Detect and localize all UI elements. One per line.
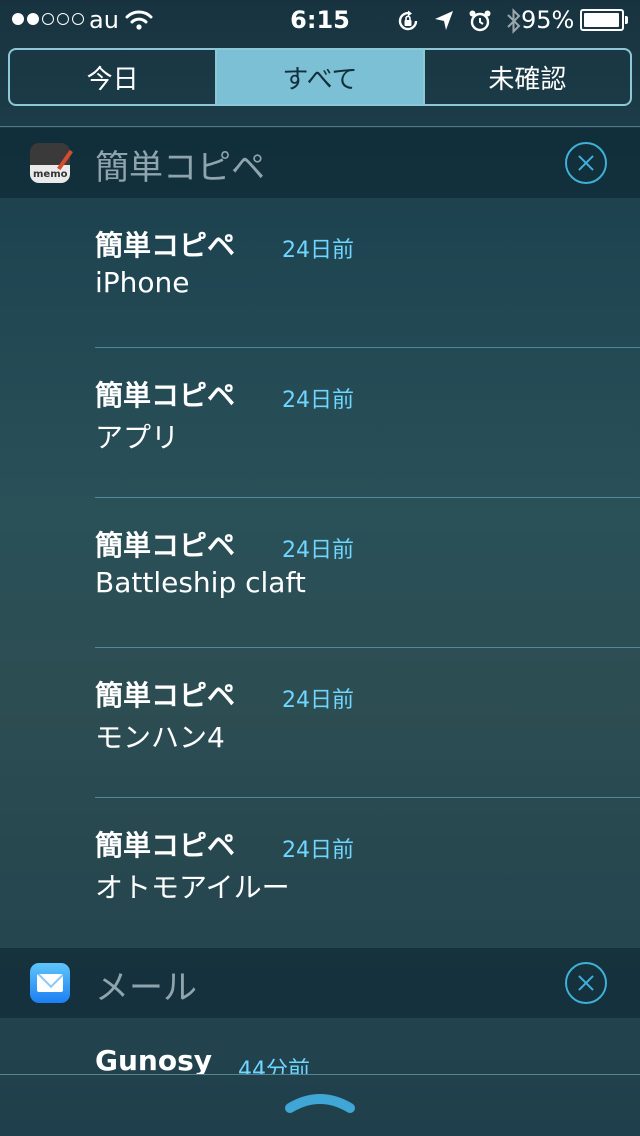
notification-title: 簡単コピペ [95,379,236,412]
orientation-lock-icon [396,9,420,39]
notification-title: 簡単コピペ [95,529,236,562]
pen-icon [57,149,73,171]
notification-body: モンハン4 [95,721,225,754]
bluetooth-icon [506,8,522,40]
battery-percent: 95% [521,6,575,34]
notification-item[interactable]: 簡単コピペ 24日前 オトモアイルー [95,798,640,948]
notification-time: 24日前 [282,388,354,413]
location-arrow-icon [434,10,454,38]
notification-item[interactable]: 簡単コピペ 24日前 Battleship claft [95,498,640,648]
status-icons [396,8,522,40]
status-bar: au 6:15 95% [0,0,640,40]
tab-missed[interactable]: 未確認 [425,50,630,104]
notification-title: 簡単コピペ [95,229,236,262]
notification-body: iPhone [95,266,190,299]
notification-body: Battleship claft [95,566,306,599]
close-notification-center-handle[interactable] [284,1090,356,1116]
section-header-copipe: memo 簡単コピペ [0,128,640,198]
tab-all[interactable]: すべて [217,50,425,104]
clear-section-button[interactable] [565,962,607,1004]
notification-time: 24日前 [282,838,354,863]
notification-time: 24日前 [282,238,354,263]
notification-item[interactable]: Gunosy 44分前 [95,1018,640,1074]
notification-body: アプリ [95,421,180,454]
header-divider [0,126,640,127]
battery-icon [580,9,628,31]
mail-app-icon [30,963,70,1003]
notification-title: Gunosy [95,1044,213,1074]
notification-title: 簡単コピペ [95,829,236,862]
clear-section-button[interactable] [565,142,607,184]
notification-filter-tabs: 今日 すべて 未確認 [8,48,632,106]
notification-time: 44分前 [238,1058,310,1074]
bottom-divider [0,1074,640,1075]
tab-today[interactable]: 今日 [10,50,218,104]
notification-body: オトモアイルー [95,871,290,904]
battery-fill [584,13,620,27]
envelope-icon [37,974,63,992]
memo-app-icon: memo [30,143,73,183]
notification-item[interactable]: 簡単コピペ 24日前 アプリ [95,348,640,498]
notification-time: 24日前 [282,688,354,713]
section-title: メール [95,968,197,1008]
memo-icon-label: memo [33,169,68,180]
notification-title: 簡単コピペ [95,679,236,712]
alarm-icon [468,9,492,39]
section-header-mail: メール [0,948,640,1018]
notification-item[interactable]: 簡単コピペ 24日前 モンハン4 [95,648,640,798]
section-title: 簡単コピペ [95,148,265,188]
notification-item[interactable]: 簡単コピペ 24日前 iPhone [95,198,640,348]
notification-time: 24日前 [282,538,354,563]
